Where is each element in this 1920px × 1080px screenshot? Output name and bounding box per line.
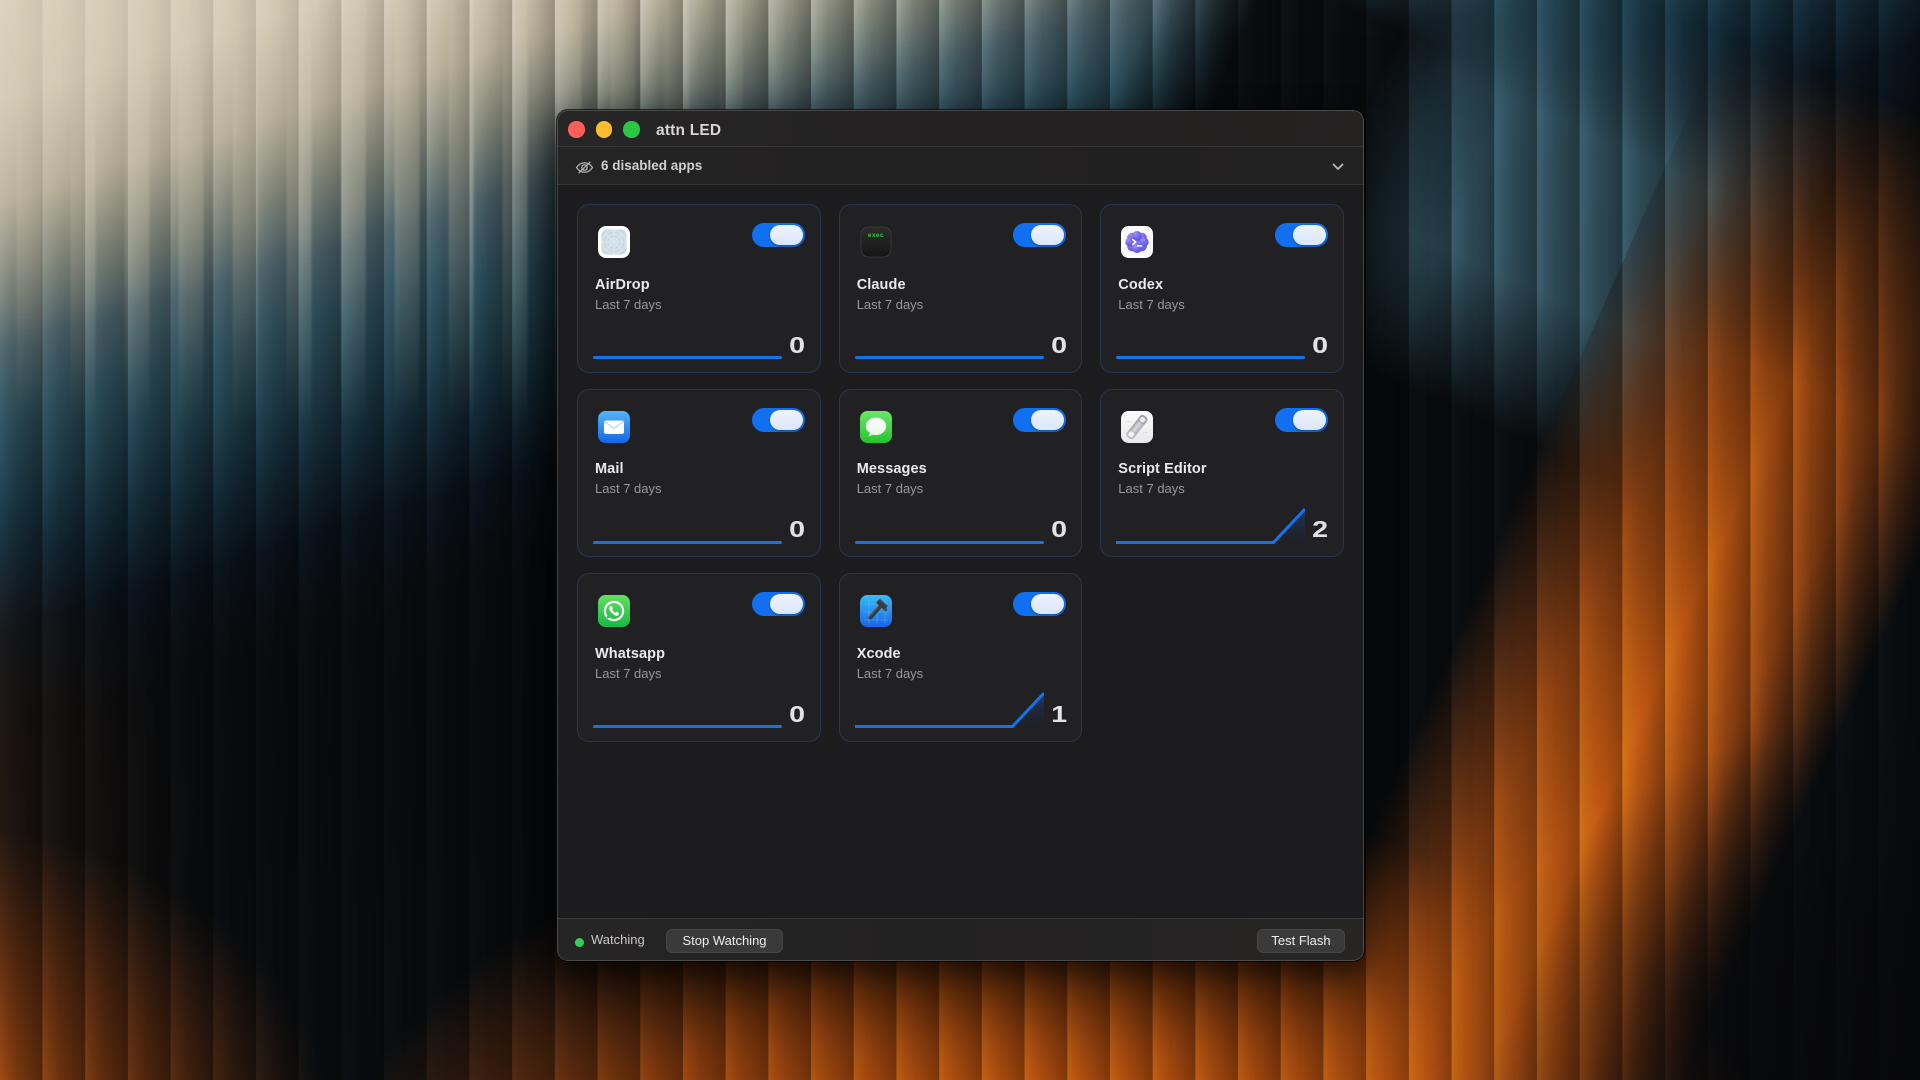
svg-text:exec: exec xyxy=(868,232,884,239)
